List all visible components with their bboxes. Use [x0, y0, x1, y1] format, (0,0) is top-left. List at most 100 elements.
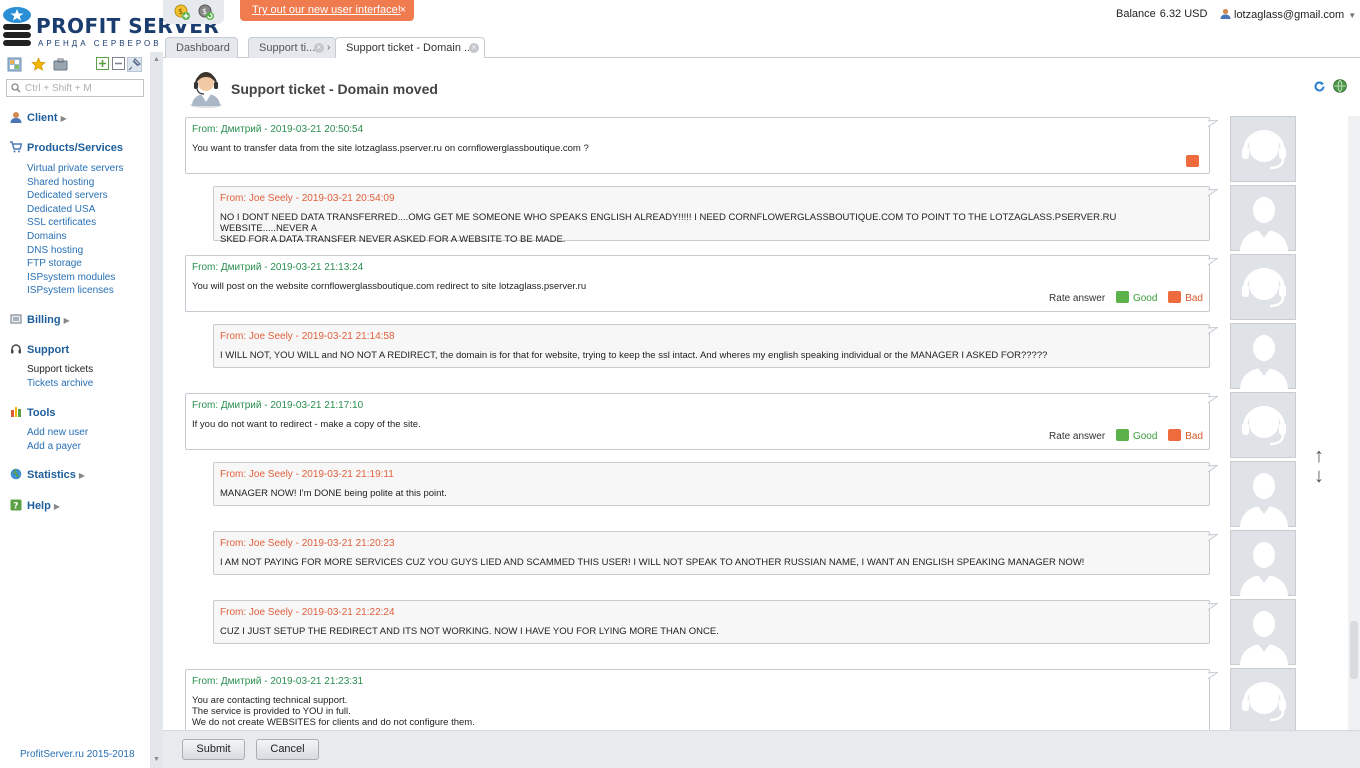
- search-icon: [11, 83, 21, 93]
- message-body: NO I DONT NEED DATA TRANSFERRED....OMG G…: [220, 212, 1117, 245]
- sidebar-section-billing[interactable]: Billing ▶: [10, 313, 70, 326]
- message-body: You are contacting technical support. The…: [192, 695, 475, 728]
- sidebar-section-client[interactable]: Client ▶: [10, 111, 67, 124]
- menu-grid-icon[interactable]: [7, 57, 22, 72]
- tab-label: Support ti...: [259, 42, 316, 54]
- sidebar-section-tools[interactable]: Tools: [10, 406, 56, 419]
- try-new-interface-link[interactable]: Try out our new user interface!: [252, 4, 401, 16]
- sidebar-section-support[interactable]: Support: [10, 343, 69, 356]
- pin-icon[interactable]: [127, 57, 142, 72]
- chevron-right-icon: ▶: [60, 114, 67, 123]
- money-add-icon[interactable]: $: [173, 3, 191, 21]
- thumbs-up-icon: [1115, 429, 1129, 441]
- rate-bad-button[interactable]: Bad: [1168, 429, 1203, 442]
- chevron-right-icon: ▶: [78, 471, 86, 480]
- money-refresh-icon[interactable]: $: [197, 3, 215, 21]
- new-interface-banner: Try out our new user interface! ×: [240, 0, 414, 21]
- client-message: From: Joe Seely - 2019-03-21 21:14:58 I …: [213, 324, 1218, 368]
- arrow-up-icon[interactable]: ↑: [1312, 446, 1326, 466]
- menu-search-box: [6, 79, 144, 97]
- tab-dashboard[interactable]: Dashboard: [165, 37, 238, 58]
- tab-support-ticket-domain-moved[interactable]: Support ticket - Domain ... ×: [335, 37, 485, 59]
- balance-value: 6.32 USD: [1159, 8, 1208, 20]
- sidebar-item-support-tickets[interactable]: Support tickets: [27, 364, 93, 375]
- chevron-down-icon[interactable]: ▼: [153, 756, 160, 763]
- cancel-button[interactable]: Cancel: [256, 739, 319, 760]
- sidebar-section-statistics[interactable]: Statistics ▶: [10, 468, 85, 481]
- client-message: From: Joe Seely - 2019-03-21 21:19:11 MA…: [213, 462, 1218, 506]
- user-email: lotzaglass@gmail.com: [1234, 9, 1345, 21]
- client-avatar: [1230, 323, 1296, 390]
- sidebar-section-help[interactable]: ? Help ▶: [10, 499, 60, 512]
- vertical-scrollbar[interactable]: [1348, 116, 1360, 730]
- sidebar-item-tickets-archive[interactable]: Tickets archive: [27, 378, 93, 389]
- client-message: From: Joe Seely - 2019-03-21 21:20:23 I …: [213, 531, 1218, 575]
- close-banner-icon[interactable]: ×: [400, 0, 406, 21]
- sidebar-item-domains[interactable]: Domains: [27, 231, 66, 242]
- copyright-footer[interactable]: ProfitServer.ru 2015-2018: [20, 749, 135, 760]
- submit-button[interactable]: Submit: [182, 739, 245, 760]
- briefcase-icon[interactable]: [53, 57, 68, 72]
- headset-icon: [11, 344, 21, 354]
- client-icon: [10, 112, 22, 123]
- sidebar-item-dedicated-servers[interactable]: Dedicated servers: [27, 190, 108, 201]
- favorites-star-icon[interactable]: [31, 57, 46, 72]
- sidebar-item-dns-hosting[interactable]: DNS hosting: [27, 245, 83, 256]
- close-tab-icon[interactable]: ×: [314, 43, 324, 53]
- message-sender: From: Joe Seely - 2019-03-21 21:20:23: [220, 538, 395, 549]
- support-avatar: [1230, 392, 1296, 458]
- support-avatar: [1230, 254, 1296, 320]
- globe-icon[interactable]: [1333, 79, 1347, 93]
- tab-label: Support ticket - Domain ...: [346, 42, 474, 54]
- support-avatar: [1230, 116, 1296, 182]
- menu-search-input[interactable]: [25, 81, 139, 95]
- help-icon: ?: [10, 499, 22, 511]
- balance-display: Balance 6.32 USD: [1116, 8, 1207, 20]
- rate-good-button[interactable]: Good: [1115, 429, 1157, 442]
- message-body: CUZ I JUST SETUP THE REDIRECT AND ITS NO…: [220, 626, 719, 637]
- chevron-up-icon[interactable]: ▲: [153, 56, 160, 63]
- sidebar-item-dedicated-usa[interactable]: Dedicated USA: [27, 204, 95, 215]
- rate-answer: Rate answer Good Bad: [1049, 429, 1203, 442]
- sidebar-item-ispsystem-modules[interactable]: ISPsystem modules: [27, 272, 115, 283]
- sidebar-item-add-a-payer[interactable]: Add a payer: [27, 441, 81, 452]
- statistics-globe-icon: [10, 468, 22, 480]
- section-label: Statistics: [27, 469, 76, 481]
- scroll-up-down-control[interactable]: ↑ ↓: [1312, 446, 1326, 492]
- bubble-tail: [1208, 327, 1218, 335]
- collapse-all-icon[interactable]: [112, 57, 127, 72]
- sidebar-item-ispsystem-licenses[interactable]: ISPsystem licenses: [27, 285, 114, 296]
- chevron-right-icon: ›: [327, 42, 331, 53]
- close-tab-icon[interactable]: ×: [469, 43, 479, 53]
- bubble-tail: [1208, 120, 1218, 128]
- reload-icon[interactable]: [1313, 80, 1326, 93]
- brand-logo[interactable]: PROFIT SERVER АРЕНДА СЕРВЕРОВ: [0, 6, 219, 50]
- sidebar-item-shared-hosting[interactable]: Shared hosting: [27, 177, 94, 188]
- section-label: Client: [27, 112, 58, 124]
- sidebar-item-add-new-user[interactable]: Add new user: [27, 427, 88, 438]
- chevron-right-icon: ▶: [53, 502, 60, 511]
- rate-good-button[interactable]: Good: [1115, 291, 1157, 304]
- expand-all-icon[interactable]: [96, 57, 111, 72]
- form-button-bar: Submit Cancel: [163, 730, 1360, 768]
- section-label: Support: [27, 344, 70, 356]
- thumbs-up-icon: [1115, 291, 1129, 303]
- user-menu[interactable]: lotzaglass@gmail.com ▼: [1220, 8, 1356, 21]
- staff-message: From: Дмитрий - 2019-03-21 21:17:10 If y…: [185, 393, 1218, 450]
- message-sender: From: Дмитрий - 2019-03-21 20:50:54: [192, 124, 364, 135]
- sidebar-splitter[interactable]: ▲ ▼: [150, 52, 163, 768]
- arrow-down-icon[interactable]: ↓: [1312, 466, 1326, 486]
- billing-icon: [10, 314, 22, 324]
- sidebar-item-ftp-storage[interactable]: FTP storage: [27, 258, 82, 269]
- sidebar-item-ssl-certificates[interactable]: SSL certificates: [27, 217, 96, 228]
- thumbs-down-icon[interactable]: [1186, 155, 1199, 167]
- tab-support-tickets[interactable]: Support ti... × ›: [248, 37, 336, 58]
- sidebar-section-products[interactable]: Products/Services: [10, 141, 123, 154]
- bubble-tail: [1208, 603, 1218, 611]
- rate-bad-button[interactable]: Bad: [1168, 291, 1203, 304]
- sidebar-item-virtual-private-servers[interactable]: Virtual private servers: [27, 163, 124, 174]
- brand-tagline: АРЕНДА СЕРВЕРОВ: [38, 39, 162, 48]
- client-avatar: [1230, 185, 1296, 252]
- scrollbar-thumb[interactable]: [1350, 621, 1358, 679]
- staff-message: From: Дмитрий - 2019-03-21 20:50:54 You …: [185, 117, 1218, 174]
